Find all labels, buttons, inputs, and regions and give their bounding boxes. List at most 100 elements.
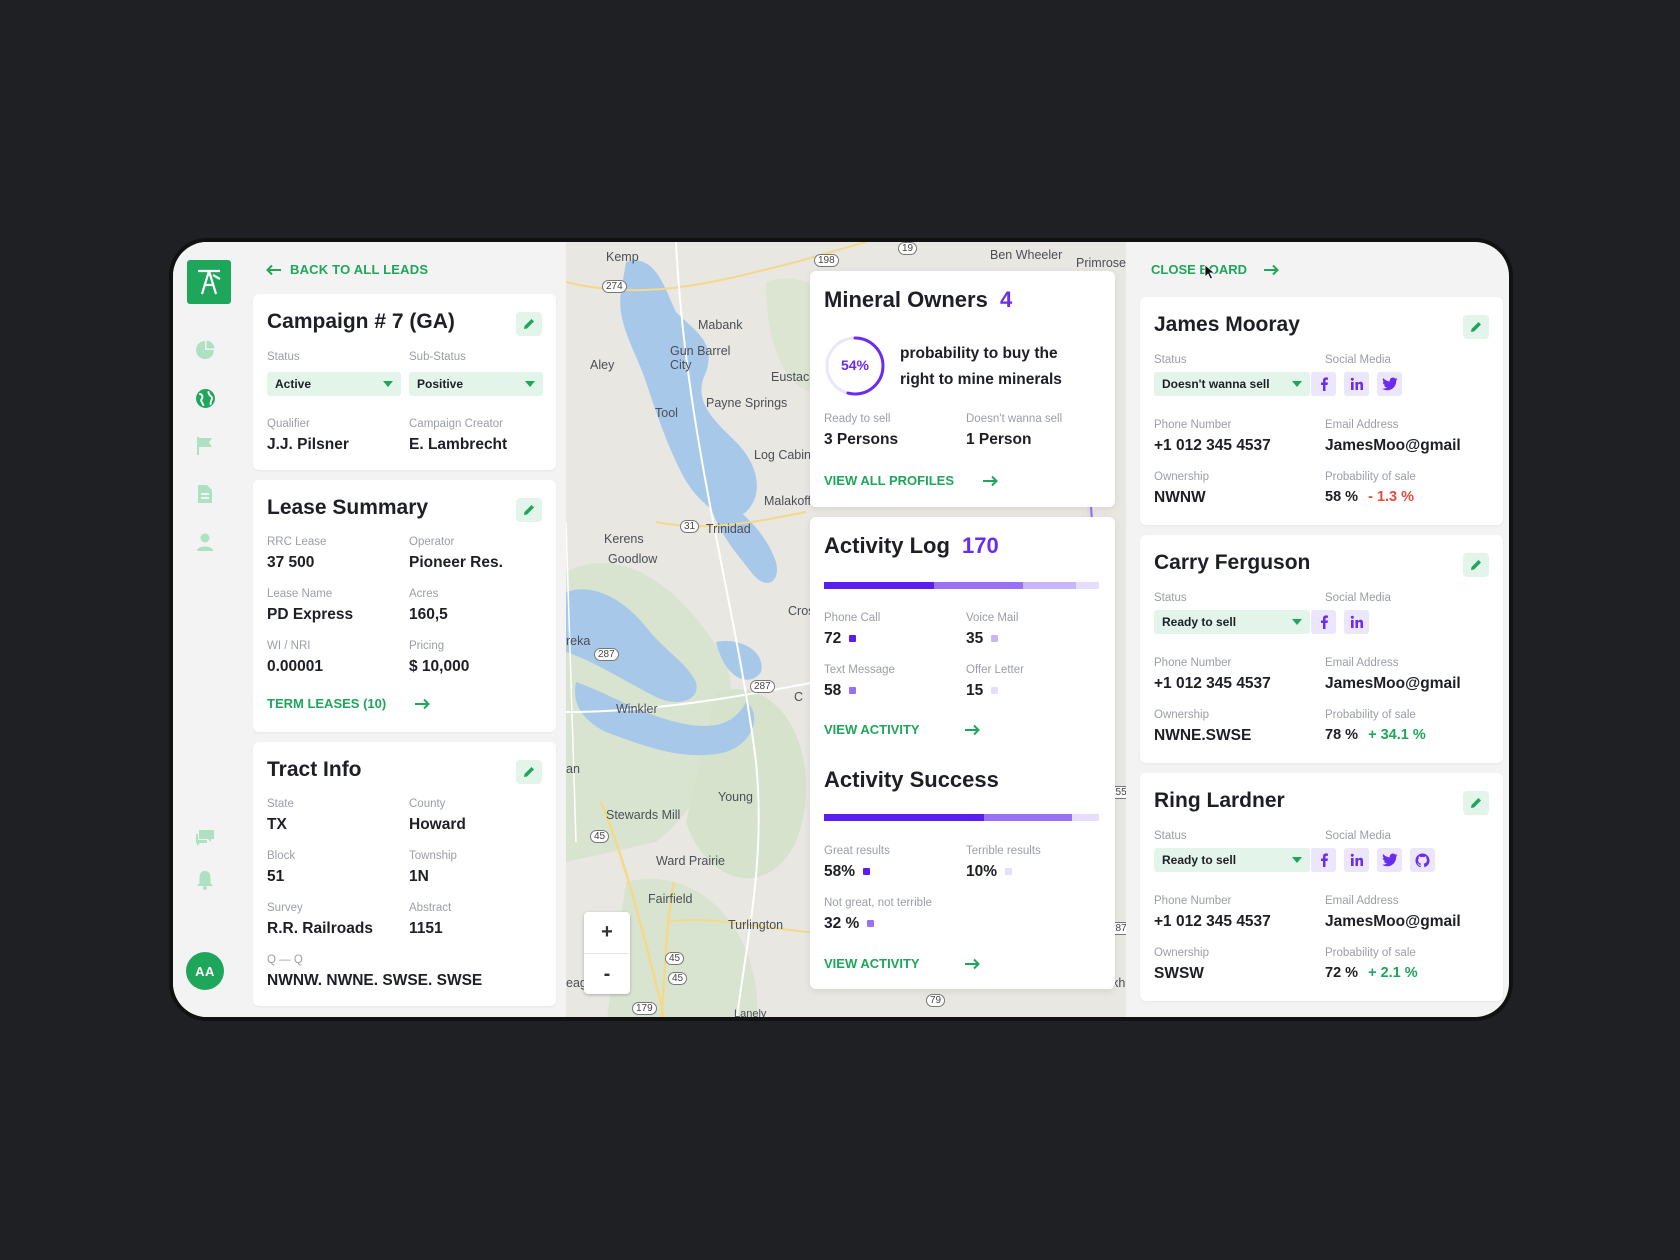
twitter-icon[interactable] (1377, 848, 1402, 872)
ownership-label: Ownership (1154, 709, 1209, 721)
qualifier-label: Qualifier (267, 418, 310, 430)
highway-shield: 274 (602, 280, 627, 293)
pencil-icon (1471, 560, 1481, 570)
social-media-label: Social Media (1325, 354, 1391, 366)
back-to-leads-link[interactable]: BACK TO ALL LEADS (266, 262, 428, 277)
rrc-label: RRC Lease (267, 536, 327, 548)
offer-letter-stat: 15 (966, 682, 999, 700)
activity-success-bar-segment (824, 814, 984, 821)
map-label: Tool (655, 406, 678, 420)
lease-title: Lease Summary (267, 496, 429, 519)
close-board-label: CLOSE BOARD (1151, 262, 1248, 277)
view-all-profiles-label: VIEW ALL PROFILES (824, 473, 955, 488)
campaign-title: Campaign # 7 (GA) (267, 310, 455, 333)
edit-owner-button[interactable] (1463, 791, 1489, 815)
owner-status-label: Status (1154, 592, 1187, 604)
wi-value: 0.00001 (267, 658, 324, 675)
pencil-icon (1471, 798, 1481, 808)
globe-icon[interactable] (193, 386, 217, 410)
status-select[interactable]: Active (267, 372, 401, 396)
county-label: County (409, 798, 446, 810)
edit-tract-button[interactable] (516, 760, 542, 784)
qq-value: NWNW. NWNE. SWSE. SWSE (267, 972, 483, 989)
phone-label: Phone Number (1154, 895, 1232, 907)
legend-swatch (1005, 868, 1013, 876)
app-logo[interactable] (187, 260, 231, 304)
edit-owner-button[interactable] (1463, 553, 1489, 577)
lease-name-label: Lease Name (267, 588, 333, 600)
app-screen: AA BACK TO ALL LEADS Campaign # 7 (GA) S… (173, 242, 1509, 1017)
arrow-right-icon (1264, 264, 1279, 275)
zoom-out-button[interactable]: - (584, 954, 630, 995)
abstract-value: 1151 (409, 920, 443, 937)
github-icon[interactable] (1410, 848, 1435, 872)
view-all-profiles-link[interactable]: VIEW ALL PROFILES (824, 473, 998, 488)
facebook-icon[interactable] (1311, 610, 1336, 634)
probability-stat: 72 % + 2.1 % (1325, 965, 1418, 981)
zoom-in-button[interactable]: + (584, 912, 630, 953)
ownership-label: Ownership (1154, 947, 1209, 959)
view-activity-success-link[interactable]: VIEW ACTIVITY (824, 956, 980, 971)
highway-shield: 45 (590, 830, 610, 843)
owner-status-select[interactable]: Doesn't wanna sell (1154, 372, 1310, 396)
activity-success-bar (824, 814, 1099, 821)
facebook-icon[interactable] (1311, 372, 1336, 396)
phone-label: Phone Number (1154, 419, 1232, 431)
document-icon[interactable] (193, 482, 217, 506)
owner-status-select[interactable]: Ready to sell (1154, 610, 1310, 634)
mineral-count: 4 (999, 287, 1013, 312)
pie-chart-icon[interactable] (193, 338, 217, 362)
probability-value: 58 % (1325, 489, 1359, 505)
activity-success-title: Activity Success (824, 767, 999, 792)
voice-mail-label: Voice Mail (966, 612, 1019, 624)
term-leases-link[interactable]: TERM LEASES (10) (267, 696, 431, 711)
pencil-icon (524, 319, 534, 329)
substatus-select[interactable]: Positive (409, 372, 543, 396)
map-label: Ben Wheeler (990, 248, 1063, 262)
bell-icon[interactable] (193, 868, 217, 892)
voice-mail-value: 35 (966, 630, 984, 647)
user-avatar[interactable]: AA (186, 952, 224, 990)
linkedin-icon[interactable] (1344, 848, 1369, 872)
owner-status-select[interactable]: Ready to sell (1154, 848, 1310, 872)
view-activity-log-link[interactable]: VIEW ACTIVITY (824, 722, 980, 737)
linkedin-icon[interactable] (1344, 372, 1369, 396)
activity-log-bar-segment (1076, 582, 1099, 589)
linkedin-icon[interactable] (1344, 610, 1369, 634)
email-value: JamesMoo@gmail (1325, 437, 1461, 454)
substatus-value: Positive (417, 377, 464, 391)
user-icon[interactable] (193, 530, 217, 554)
flag-icon[interactable] (193, 434, 217, 458)
map-label: Lanely (734, 1008, 767, 1017)
view-activity-label: VIEW ACTIVITY (824, 722, 920, 737)
edit-lease-button[interactable] (516, 498, 542, 522)
operator-label: Operator (409, 536, 455, 548)
facebook-icon[interactable] (1311, 848, 1336, 872)
lease-name-value: PD Express (267, 606, 354, 623)
status-value: Active (275, 377, 312, 391)
probability-stat: 78 % + 34.1 % (1325, 727, 1426, 743)
map-label: C (794, 690, 804, 704)
twitter-icon[interactable] (1377, 372, 1402, 396)
wi-label: WI / NRI (267, 640, 311, 652)
probability-percent: 54% (840, 357, 870, 373)
activity-log-bar-segment (1022, 582, 1077, 589)
highway-shield: 79 (926, 994, 946, 1007)
map-label: Aley (590, 358, 615, 372)
owner-status-value: Ready to sell (1162, 853, 1237, 867)
edit-owner-button[interactable] (1463, 315, 1489, 339)
owner-card: James Mooray Status Social Media Doesn't… (1140, 297, 1503, 525)
legend-swatch (991, 635, 999, 643)
owner-status-label: Status (1154, 830, 1187, 842)
legend-swatch (991, 687, 999, 695)
caret-down-icon (525, 381, 535, 387)
edit-campaign-button[interactable] (516, 312, 542, 336)
derrick-logo-icon (198, 269, 221, 295)
state-value: TX (267, 816, 287, 833)
pricing-value: $ 10,000 (409, 658, 470, 675)
township-value: 1N (409, 868, 429, 885)
map-label: Primrose (1076, 256, 1126, 270)
mineral-title-row: Mineral Owners 4 (824, 287, 1012, 313)
tract-title: Tract Info (267, 758, 362, 781)
chat-icon[interactable] (193, 826, 217, 850)
